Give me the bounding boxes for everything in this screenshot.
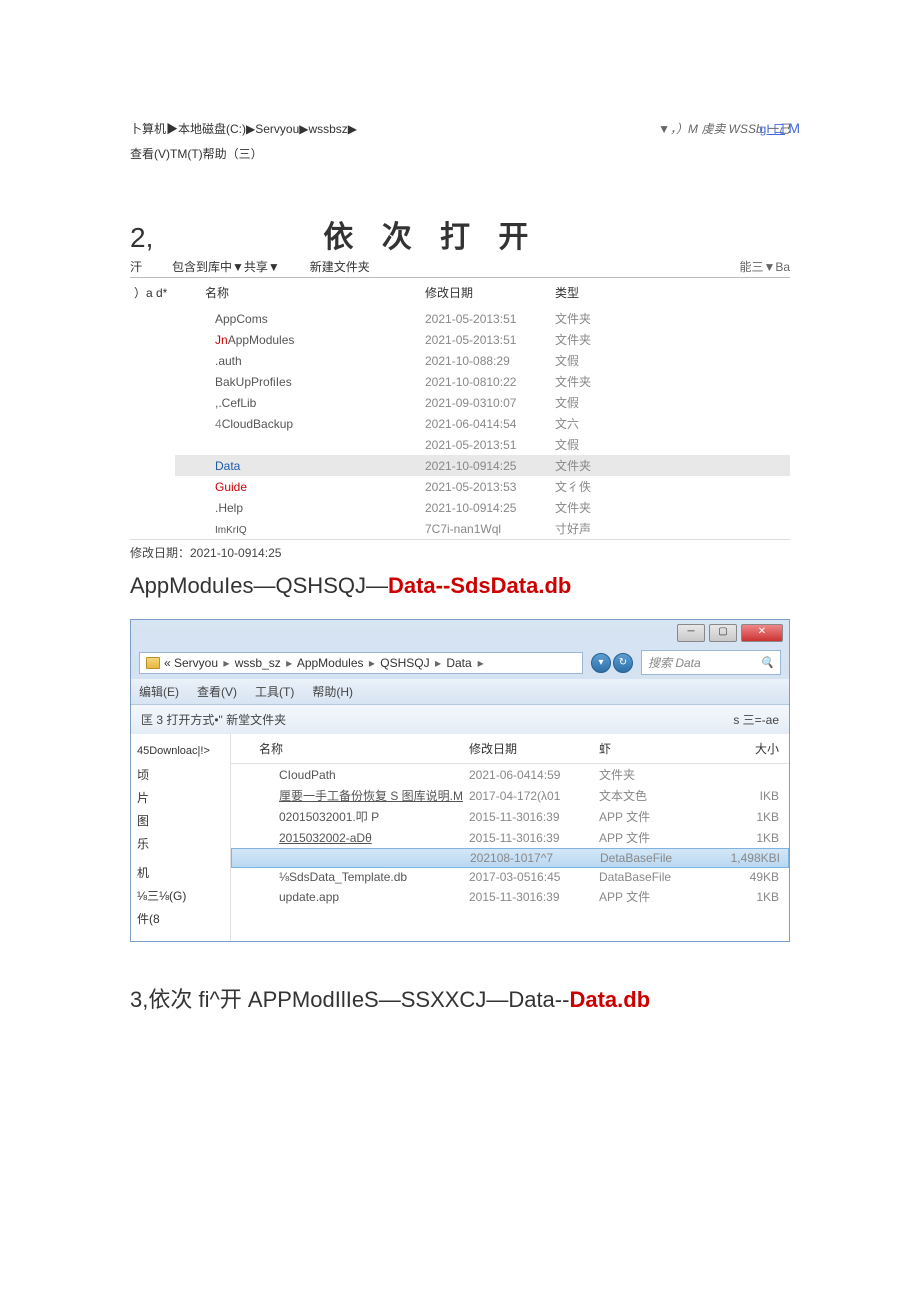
status-line: 修改日期：2021-10-0914:25 <box>130 540 790 565</box>
path-title-1: AppModuIes—QSHSQJ—Data--SdsData.db <box>0 565 920 619</box>
nav-dropdown-button[interactable]: ▾ <box>591 653 611 673</box>
menu-item[interactable]: 编辑(E) <box>139 683 179 700</box>
minimize-button[interactable]: ─ <box>677 624 705 642</box>
file-list-1: 名称 修改日期 类型 AppComs2021-05-2013:51文件夹JnAp… <box>175 278 790 539</box>
sidebar-item[interactable]: 机 <box>137 861 224 884</box>
file-row[interactable]: ImKrIQ7C7i-nan1Wql寸好声 <box>175 518 790 539</box>
toolbar-include[interactable]: 包含到库中▼共享▼ <box>172 258 280 275</box>
window-titlebar[interactable]: ─ ▢ ✕ <box>131 620 789 646</box>
sidebar-item[interactable]: 顷 <box>137 763 224 786</box>
folder-icon <box>146 657 160 669</box>
file-row[interactable]: Guide2021-05-2013:53文彳佚 <box>175 476 790 497</box>
address-bar[interactable]: « Servyou ▸ wssb_sz ▸ AppModules ▸ QSHSQ… <box>139 652 583 674</box>
sidebar-downloads[interactable]: 45Downloac|!> <box>137 742 224 760</box>
step-number-2: 2, <box>130 222 153 254</box>
explorer-window-2: ─ ▢ ✕ « Servyou ▸ wssb_sz ▸ AppModules ▸… <box>130 619 790 942</box>
toolbar-2: 匡 3 打开方式•" 新堂文件夹 s 三=-ae <box>131 705 789 734</box>
toolbar-newfolder[interactable]: 新建文件夹 <box>310 258 370 275</box>
file-row[interactable]: Data2021-10-0914:25文件夹 <box>175 455 790 476</box>
file-row[interactable]: 202108-1017^7DetaBaseFile1,498KBI <box>231 848 789 868</box>
step-title-3: 3,依次 fi^开 APPModIlIeS—SSXXCJ—Data--Data.… <box>0 942 920 1034</box>
maximize-button[interactable]: ▢ <box>709 624 737 642</box>
menu-bar-2: 编辑(E) 查看(V) 工具(T) 帮助(H) <box>131 679 789 705</box>
breadcrumb[interactable]: 卜算机▶本地磁盘(C:)▶Servyou▶wssbsz▶ <box>130 120 357 137</box>
file-row[interactable]: ⅛SdsData_Template.db2017-03-0516:45DataB… <box>231 868 789 886</box>
file-list-2: 名称 修改日期 虾 大小 CIoudPath2021-06-0414:59文件夹… <box>231 734 789 941</box>
toolbar-view[interactable]: 能三▼Ba <box>739 258 790 275</box>
file-row[interactable]: update.app2015-11-3016:39APP 文件1KB <box>231 886 789 907</box>
search-box[interactable]: 搜索 Data 🔍 <box>641 650 781 675</box>
sidebar-item[interactable]: 图 <box>137 809 224 832</box>
top-link[interactable]: gI 口 <box>760 122 785 136</box>
menu-item[interactable]: 查看(V) <box>197 683 237 700</box>
top-link-area: gI 口 M <box>760 120 800 137</box>
menu-item[interactable]: 帮助(H) <box>312 683 353 700</box>
toolbar-open[interactable]: 匡 3 打开方式•" 新堂文件夹 <box>141 711 286 728</box>
sidebar-item[interactable]: 乐 <box>137 832 224 855</box>
file-row[interactable]: 厘要一手工备份恢复 S 图库说明.M2017-04-172(λ01文本文色IKB <box>231 785 789 806</box>
menu-bar-1[interactable]: 查看(V)TM(T)帮助（三） <box>0 145 920 162</box>
column-headers-1: 名称 修改日期 类型 <box>175 278 790 308</box>
close-button[interactable]: ✕ <box>741 624 783 642</box>
file-row[interactable]: 2015032002-aDθ2015-11-3016:39APP 文件1KB <box>231 827 789 848</box>
top-link-m[interactable]: M <box>788 120 800 136</box>
file-row[interactable]: 02015032001.叩 P2015-11-3016:39APP 文件1KB <box>231 806 789 827</box>
nav-refresh-button[interactable]: ↻ <box>613 653 633 673</box>
sidebar-item[interactable]: 片 <box>137 786 224 809</box>
search-icon: 🔍 <box>760 656 774 669</box>
step-title-2: 依 次 打 开 <box>323 212 538 256</box>
file-row[interactable]: .auth2021-10-088:29文假 <box>175 350 790 371</box>
toolbar-sweat: 汗 <box>130 258 142 275</box>
file-row[interactable]: CIoudPath2021-06-0414:59文件夹 <box>231 764 789 785</box>
sidebar-item[interactable]: 件(8 <box>137 907 224 930</box>
file-row[interactable]: JnAppModules2021-05-2013:51文件夹 <box>175 329 790 350</box>
menu-item[interactable]: 工具(T) <box>255 683 294 700</box>
file-row[interactable]: ,.CefLib2021-09-0310:07文假 <box>175 392 790 413</box>
file-row[interactable]: 2021-05-2013:51文假 <box>175 434 790 455</box>
toolbar-view-2[interactable]: s 三=-ae <box>733 711 779 728</box>
sidebar-1: ）a d* <box>130 278 175 539</box>
sidebar-item[interactable]: ⅛三⅛(G) <box>137 884 224 907</box>
file-row[interactable]: BakUpProfiIes2021-10-0810:22文件夹 <box>175 371 790 392</box>
column-headers-2: 名称 修改日期 虾 大小 <box>231 734 789 764</box>
toolbar-1: 汗 包含到库中▼共享▼ 新建文件夹 能三▼Ba <box>130 256 790 278</box>
file-row[interactable]: .Help2021-10-0914:25文件夹 <box>175 497 790 518</box>
sidebar-2: 45Downloac|!> 顷片图乐机⅛三⅛(G)件(8 <box>131 734 231 941</box>
file-row[interactable]: AppComs2021-05-2013:51文件夹 <box>175 308 790 329</box>
file-row[interactable]: 4CloudBackup2021-06-0414:54文六 <box>175 413 790 434</box>
